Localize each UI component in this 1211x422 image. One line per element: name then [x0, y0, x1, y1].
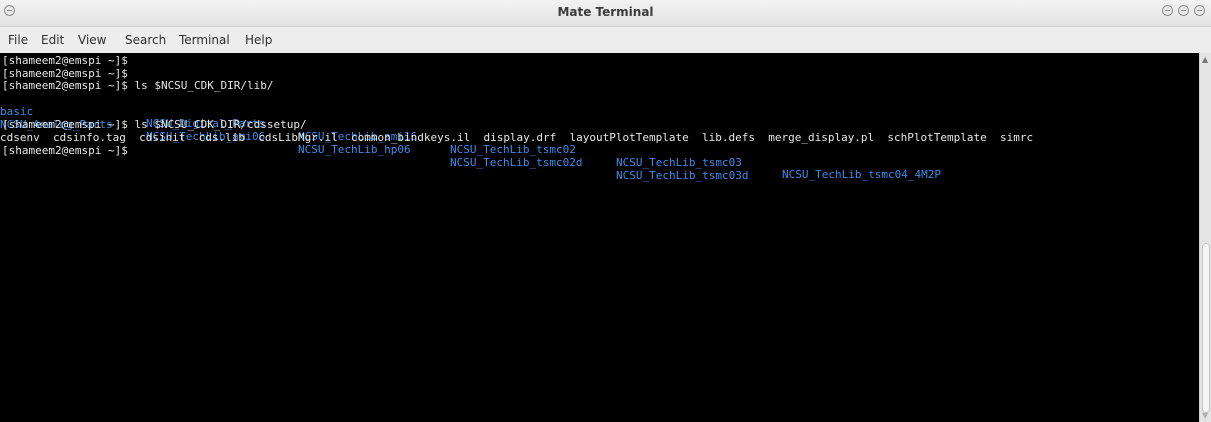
maximize-icon[interactable]: [1178, 5, 1189, 16]
menu-bar: File Edit View Search Terminal Help: [0, 27, 1211, 52]
directory-entry: NCSU_TechLib_tsmc02: [450, 142, 576, 156]
window-title: Mate Terminal: [557, 5, 654, 19]
scroll-up-icon[interactable]: ▲: [1202, 55, 1208, 64]
terminal-prompt: [shameem2@emspi ~]$: [2, 144, 128, 157]
menu-search[interactable]: Search: [125, 33, 166, 47]
directory-entry: NCSU_TechLib_tsmc02d: [450, 155, 583, 169]
vertical-scrollbar[interactable]: ▲ ▼: [1199, 53, 1211, 422]
directory-entry: NCSU_TechLib_hp06: [298, 143, 411, 157]
directory-entry: NCSU_TechLib_tsmc03: [616, 155, 742, 169]
directory-entry: NCSU_TechLib_tsmc04_4M2P: [782, 168, 941, 182]
menu-edit[interactable]: Edit: [41, 33, 64, 47]
terminal-line: [shameem2@emspi ~]$ ls $NCSU_CDK_DIR/lib…: [2, 79, 274, 92]
directory-entry: NCSU_TechLib_tsmc03d: [616, 168, 749, 182]
scroll-down-icon[interactable]: ▼: [1202, 411, 1208, 420]
terminal-line: [shameem2@emspi ~]$: [2, 54, 128, 67]
title-bar: Mate Terminal: [0, 0, 1211, 27]
terminal-line: [shameem2@emspi ~]$ ls $NCSU_CDK_DIR/cds…: [2, 118, 307, 131]
scrollbar-thumb[interactable]: [1202, 243, 1210, 413]
close-icon[interactable]: [1194, 5, 1205, 16]
minimize-icon[interactable]: [1162, 5, 1173, 16]
menu-file[interactable]: File: [8, 33, 28, 47]
cdssetup-listing: cdsenv cdsinfo.tag cdsinit cds.lib cdsLi…: [0, 131, 1034, 144]
menu-terminal[interactable]: Terminal: [179, 33, 230, 47]
terminal-output[interactable]: [shameem2@emspi ~]$ [shameem2@emspi ~]$ …: [0, 53, 1199, 422]
menu-help[interactable]: Help: [245, 33, 272, 47]
menu-view[interactable]: View: [78, 33, 106, 47]
